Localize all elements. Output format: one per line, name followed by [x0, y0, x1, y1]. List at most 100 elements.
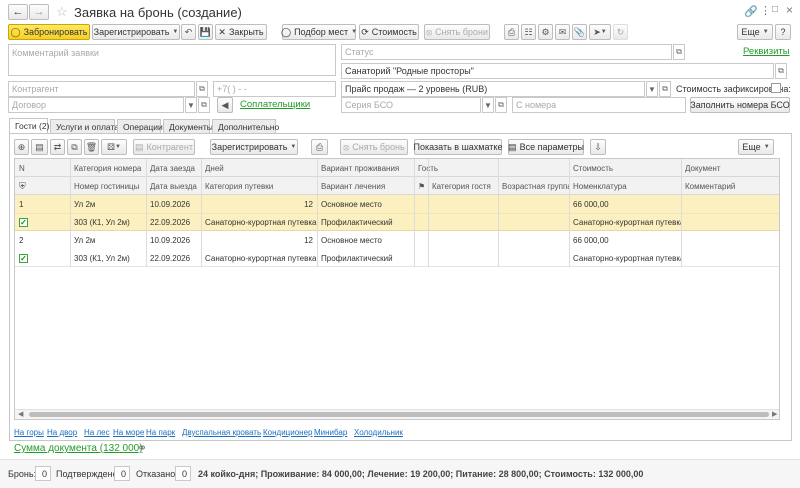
bso-number-field[interactable]: С номера — [512, 97, 686, 113]
sanatorium-field[interactable]: Санаторий "Родные просторы" — [341, 63, 774, 79]
pick-places-button[interactable]: ◯ Подбор мест ▼ — [280, 24, 357, 40]
column-divider — [498, 159, 499, 267]
refused-field[interactable]: 0 — [175, 466, 191, 481]
tag-link[interactable]: На море — [113, 428, 144, 437]
register-button[interactable]: Зарегистрировать ▼ — [92, 24, 180, 40]
book-button[interactable]: ◯ Забронировать — [8, 24, 90, 40]
show-chess-button[interactable]: Показать в шахматке — [414, 139, 502, 155]
check-circle-icon: ◯ — [10, 26, 21, 37]
tag-link[interactable]: На двор — [47, 428, 77, 437]
contract-dropdown-icon[interactable]: ▼ — [185, 97, 197, 113]
back-circle-icon[interactable]: ◀ — [217, 97, 233, 113]
delete-icon[interactable]: 🗑 — [84, 139, 99, 155]
history-icon[interactable]: ↻ — [613, 24, 628, 40]
print-icon[interactable]: ⎙ — [504, 24, 519, 40]
contractor-field[interactable]: Контрагент — [8, 81, 195, 97]
tab-services[interactable]: Услуги и оплата — [50, 119, 119, 133]
bso-series-field[interactable]: Серия БСО — [341, 97, 481, 113]
tab-guests[interactable]: Гости (2) — [9, 118, 49, 133]
tag-link[interactable]: Холодильник — [354, 428, 403, 437]
link-icon[interactable]: 🔗 — [744, 5, 758, 18]
group-icon[interactable]: ⚄ ▼ — [101, 139, 127, 155]
back-button[interactable]: ← — [8, 4, 28, 20]
export-icon[interactable]: ⇩ — [590, 139, 606, 155]
bron-field[interactable]: 0 — [35, 466, 51, 481]
bron-label: Бронь: — [8, 469, 37, 479]
add-icon[interactable]: ⊕ — [14, 139, 29, 155]
refused-label: Отказано: — [136, 469, 178, 479]
price-field[interactable]: Прайс продаж — 2 уровень (RUB) — [341, 81, 645, 97]
tag-link[interactable]: Кондиционер — [263, 428, 312, 437]
attach-icon[interactable]: 📎 — [572, 24, 587, 40]
table-header-bottom: ⛨ Номер гостиницы Дата выезда Категория … — [15, 177, 779, 195]
cost-fixed-checkbox[interactable] — [771, 83, 781, 93]
phone-field[interactable]: +7( ) - - — [213, 81, 336, 97]
forward-button[interactable]: → — [29, 4, 49, 20]
cancel-booking-button[interactable]: ⦻ Снять бронь — [340, 139, 408, 155]
print-small-icon[interactable]: ⎙ — [311, 139, 328, 155]
price-open-icon[interactable]: ⧉ — [659, 81, 671, 97]
restore-icon[interactable]: □ — [772, 4, 778, 15]
tag-link[interactable]: На лес — [84, 428, 110, 437]
contractor-icon: ▤ — [134, 141, 144, 152]
tab-register-button[interactable]: Зарегистрировать ▼ — [210, 139, 298, 155]
scroll-right-icon[interactable]: ▶ — [772, 410, 777, 418]
tag-link[interactable]: На парк — [146, 428, 175, 437]
footer-summary: 24 койко-дня; Проживание: 84 000,00; Леч… — [198, 469, 644, 479]
bso-dropdown-icon[interactable]: ▼ — [482, 97, 494, 113]
requisites-link[interactable]: Реквизиты — [743, 46, 790, 57]
status-field[interactable]: Статус — [341, 44, 672, 60]
window-title: Заявка на бронь (создание) — [74, 5, 242, 20]
more-button[interactable]: Еще ▼ — [737, 24, 773, 40]
tag-link[interactable]: Минибар — [314, 428, 347, 437]
binoculars-icon: ◯ — [280, 26, 292, 37]
shuffle-icon[interactable]: ⇄ — [50, 139, 65, 155]
send-icon[interactable]: ➤ ▼ — [589, 24, 611, 40]
cancel-bookings-button[interactable]: ⦻ Снять брони — [424, 24, 490, 40]
row-checkbox[interactable]: ✓ — [15, 249, 70, 267]
contractor-button[interactable]: ▤ Контрагент — [133, 139, 195, 155]
close-button[interactable]: ✕ Закрыть — [215, 24, 267, 40]
column-divider — [70, 159, 71, 267]
tab-more-button[interactable]: Еще ▼ — [738, 139, 774, 155]
hierarchy-icon[interactable]: ☷ — [521, 24, 536, 40]
save-icon[interactable]: 💾 — [198, 24, 213, 40]
guests-table[interactable]: N Категория номера Дата заезда Дней Вари… — [14, 158, 780, 420]
tag-link[interactable]: На горы — [14, 428, 44, 437]
tag-icon[interactable]: ⚭ — [137, 441, 147, 455]
confirmed-field[interactable]: 0 — [114, 466, 130, 481]
comment-field[interactable]: Комментарий заявки — [8, 44, 336, 76]
close-icon[interactable]: × — [786, 3, 793, 17]
chat-icon[interactable]: ✉ — [555, 24, 570, 40]
all-params-button[interactable]: ▤ Все параметры — [508, 139, 584, 155]
sanatorium-open-icon[interactable]: ⧉ — [775, 63, 787, 79]
fill-bso-button[interactable]: Заполнить номера БСО — [690, 97, 790, 113]
tag-link[interactable]: Двуспальная кровать — [182, 428, 261, 437]
copayers-link[interactable]: Соплательщики — [240, 99, 310, 110]
menu-dots-icon[interactable]: ⋮ — [760, 4, 771, 17]
horizontal-scrollbar[interactable]: ◀ ▶ — [15, 409, 779, 419]
contract-open-icon[interactable]: ⧉ — [198, 97, 210, 113]
tab-documents[interactable]: Документы — [163, 119, 213, 133]
price-dropdown-icon[interactable]: ▼ — [646, 81, 658, 97]
tab-additional[interactable]: Дополнительно — [212, 119, 279, 133]
favorite-star-icon[interactable]: ☆ — [56, 4, 68, 20]
scrollbar-thumb[interactable] — [29, 412, 769, 417]
row-checkbox[interactable]: ✓ — [15, 213, 70, 231]
table-header-top: N Категория номера Дата заезда Дней Вари… — [15, 159, 779, 177]
status-open-icon[interactable]: ⧉ — [673, 44, 685, 60]
column-divider — [569, 159, 570, 267]
table-row[interactable]: 2 Ул 2м 10.09.2026 12 Основное место 66 … — [15, 231, 779, 267]
tab-operations[interactable]: Операции — [117, 119, 163, 133]
scroll-left-icon[interactable]: ◀ — [18, 410, 23, 418]
edit-rows-icon[interactable]: ▤ — [31, 139, 48, 155]
contractor-open-icon[interactable]: ⧉ — [196, 81, 208, 97]
help-button[interactable]: ? — [775, 24, 791, 40]
settings-icon[interactable]: ⚙ — [538, 24, 553, 40]
undo-icon[interactable]: ↶ — [181, 24, 196, 40]
cost-button[interactable]: ⟳ Стоимость — [359, 24, 419, 40]
copy-icon[interactable]: ⧉ — [67, 139, 82, 155]
document-sum-link[interactable]: Сумма документа (132 000) — [14, 443, 143, 454]
contract-field[interactable]: Договор — [8, 97, 184, 113]
bso-open-icon[interactable]: ⧉ — [495, 97, 507, 113]
